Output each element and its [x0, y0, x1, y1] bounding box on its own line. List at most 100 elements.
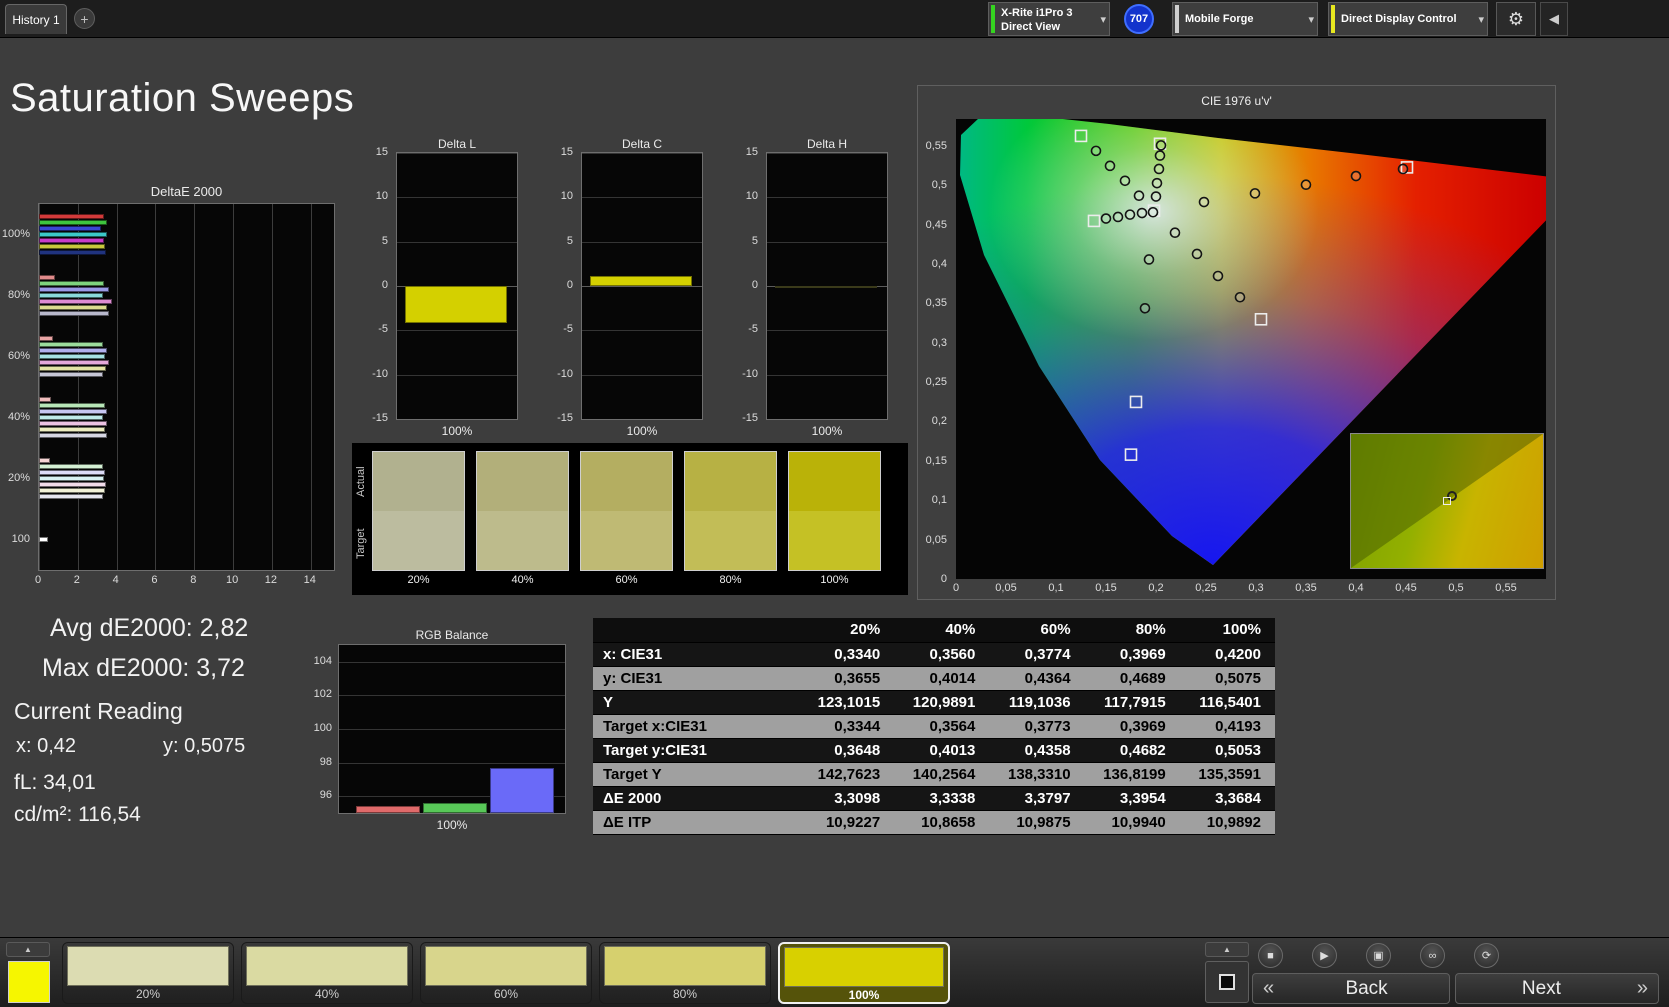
table-column-header: 20% — [799, 618, 894, 642]
grid-line — [117, 204, 118, 570]
expand-transport-button[interactable]: ▲ — [1205, 942, 1249, 957]
axis-tick-label: 2 — [74, 574, 80, 586]
axis-tick-label: 40% — [8, 411, 30, 423]
axis-tick-label: 14 — [304, 574, 316, 586]
stop-icon: ■ — [1267, 950, 1274, 962]
cie-measured-circle — [1171, 228, 1180, 237]
swatch-column — [372, 451, 465, 571]
axis-tick-label: 15 — [376, 146, 388, 158]
axis-tick-label: 8 — [190, 574, 196, 586]
play-button[interactable]: ▶ — [1312, 943, 1337, 968]
swatch-column — [476, 451, 569, 571]
grid-line — [582, 242, 702, 243]
deltae-bar — [39, 360, 109, 365]
table-cell: 0,4013 — [894, 738, 989, 762]
axis-tick-label: 0,55 — [1495, 582, 1516, 594]
table-cell: 0,3969 — [1085, 714, 1180, 738]
back-button[interactable]: « Back — [1252, 973, 1450, 1004]
patch-label: 60% — [421, 987, 591, 1001]
axis-tick-label: -10 — [372, 368, 388, 380]
delta-l-title: Delta L — [396, 137, 518, 151]
next-chevron-icon: » — [1627, 977, 1658, 1000]
rgb-balance-title: RGB Balance — [338, 628, 566, 642]
display-control-dropdown[interactable]: Direct Display Control ▾ — [1328, 2, 1488, 36]
rgb-y-axis: 1041021009896 — [304, 644, 336, 814]
stop-measure-button[interactable] — [1205, 961, 1249, 1003]
deltae-bar — [39, 336, 53, 341]
grid-line — [78, 204, 79, 570]
axis-tick-label: 102 — [314, 688, 332, 700]
meter-dropdown[interactable]: X-Rite i1Pro 3 Direct View ▾ — [988, 2, 1110, 36]
loop-button[interactable]: ⟳ — [1474, 943, 1499, 968]
saturation-patch-100%[interactable]: 100% — [778, 942, 950, 1004]
actual-swatch — [581, 452, 672, 511]
deltae-bar — [39, 244, 105, 249]
axis-tick-label: 6 — [151, 574, 157, 586]
axis-tick-label: 0,2 — [1148, 582, 1163, 594]
source-dropdown[interactable]: Mobile Forge ▾ — [1172, 2, 1318, 36]
table-row: ΔE 20003,30983,33383,37973,39543,3684 — [593, 786, 1275, 810]
meter-count-badge: 707 — [1124, 4, 1154, 34]
saturation-patch-40%[interactable]: 40% — [241, 942, 413, 1004]
deltae-bar — [39, 281, 104, 286]
axis-tick-label: 0,5 — [1448, 582, 1463, 594]
saturation-patch-80%[interactable]: 80% — [599, 942, 771, 1004]
delta-c-x-label: 100% — [581, 424, 703, 438]
deltae-bar — [39, 494, 103, 499]
table-cell: 117,7915 — [1085, 690, 1180, 714]
table-cell: 0,5053 — [1180, 738, 1275, 762]
grid-line — [767, 153, 887, 154]
deltae-bar — [39, 287, 109, 292]
table-cell: 10,9875 — [989, 810, 1084, 834]
table-column-header: 100% — [1180, 618, 1275, 642]
saturation-patch-20%[interactable]: 20% — [62, 942, 234, 1004]
deltae-bar — [39, 238, 104, 243]
deltae-bar — [39, 421, 107, 426]
table-cell: 123,1015 — [799, 690, 894, 714]
axis-tick-label: 10 — [226, 574, 238, 586]
deltae-bar — [39, 293, 103, 298]
patch-color — [425, 946, 587, 986]
row-label: Y — [593, 690, 799, 714]
grid-line — [397, 419, 517, 420]
axis-tick-label: 0,45 — [1395, 582, 1416, 594]
deltae-bar — [39, 226, 101, 231]
deltae-x-axis: 02468101214 — [38, 574, 335, 588]
chevron-down-icon: ▾ — [1478, 13, 1484, 26]
cie-measured-circle — [1352, 172, 1361, 181]
continuous-measure-button[interactable]: ∞ — [1420, 943, 1445, 968]
deltae-bar — [39, 214, 104, 219]
cie-measured-circle — [1114, 212, 1123, 221]
capture-button[interactable]: ▣ — [1366, 943, 1391, 968]
deltae-bar — [39, 464, 103, 469]
meter-status-indicator — [991, 5, 995, 33]
axis-tick-label: -10 — [742, 368, 758, 380]
table-cell: 0,3774 — [989, 642, 1084, 666]
grid-line — [582, 330, 702, 331]
measurement-table: 20%40%60%80%100% x: CIE310,33400,35600,3… — [593, 618, 1275, 835]
deltae-bar — [39, 397, 51, 402]
actual-target-swatch-panel: Actual Target 20%40%60%80%100% — [352, 443, 908, 595]
tab-history-1[interactable]: History 1 — [5, 4, 67, 34]
expand-patches-left-button[interactable]: ▲ — [6, 942, 50, 957]
table-cell: 0,3773 — [989, 714, 1084, 738]
axis-tick-label: 0,35 — [926, 297, 947, 309]
deltae-bar — [39, 488, 105, 493]
row-label: Target x:CIE31 — [593, 714, 799, 738]
grid-line — [155, 204, 156, 570]
next-button[interactable]: Next » — [1455, 973, 1659, 1004]
source-name: Mobile Forge — [1185, 12, 1299, 26]
table-cell: 119,1036 — [989, 690, 1084, 714]
row-label: ΔE ITP — [593, 810, 799, 834]
settings-button[interactable]: ⚙ — [1496, 2, 1536, 36]
collapse-panel-button[interactable]: ◀ — [1540, 2, 1568, 36]
saturation-patch-60%[interactable]: 60% — [420, 942, 592, 1004]
axis-tick-label: -10 — [557, 368, 573, 380]
deltae-bar — [39, 354, 105, 359]
up-arrow-icon: ▲ — [1223, 945, 1231, 954]
stop-button[interactable]: ■ — [1258, 943, 1283, 968]
play-icon: ▶ — [1320, 949, 1328, 962]
deltae-bar — [39, 311, 109, 316]
add-tab-button[interactable]: + — [74, 8, 95, 29]
actual-swatch — [477, 452, 568, 511]
